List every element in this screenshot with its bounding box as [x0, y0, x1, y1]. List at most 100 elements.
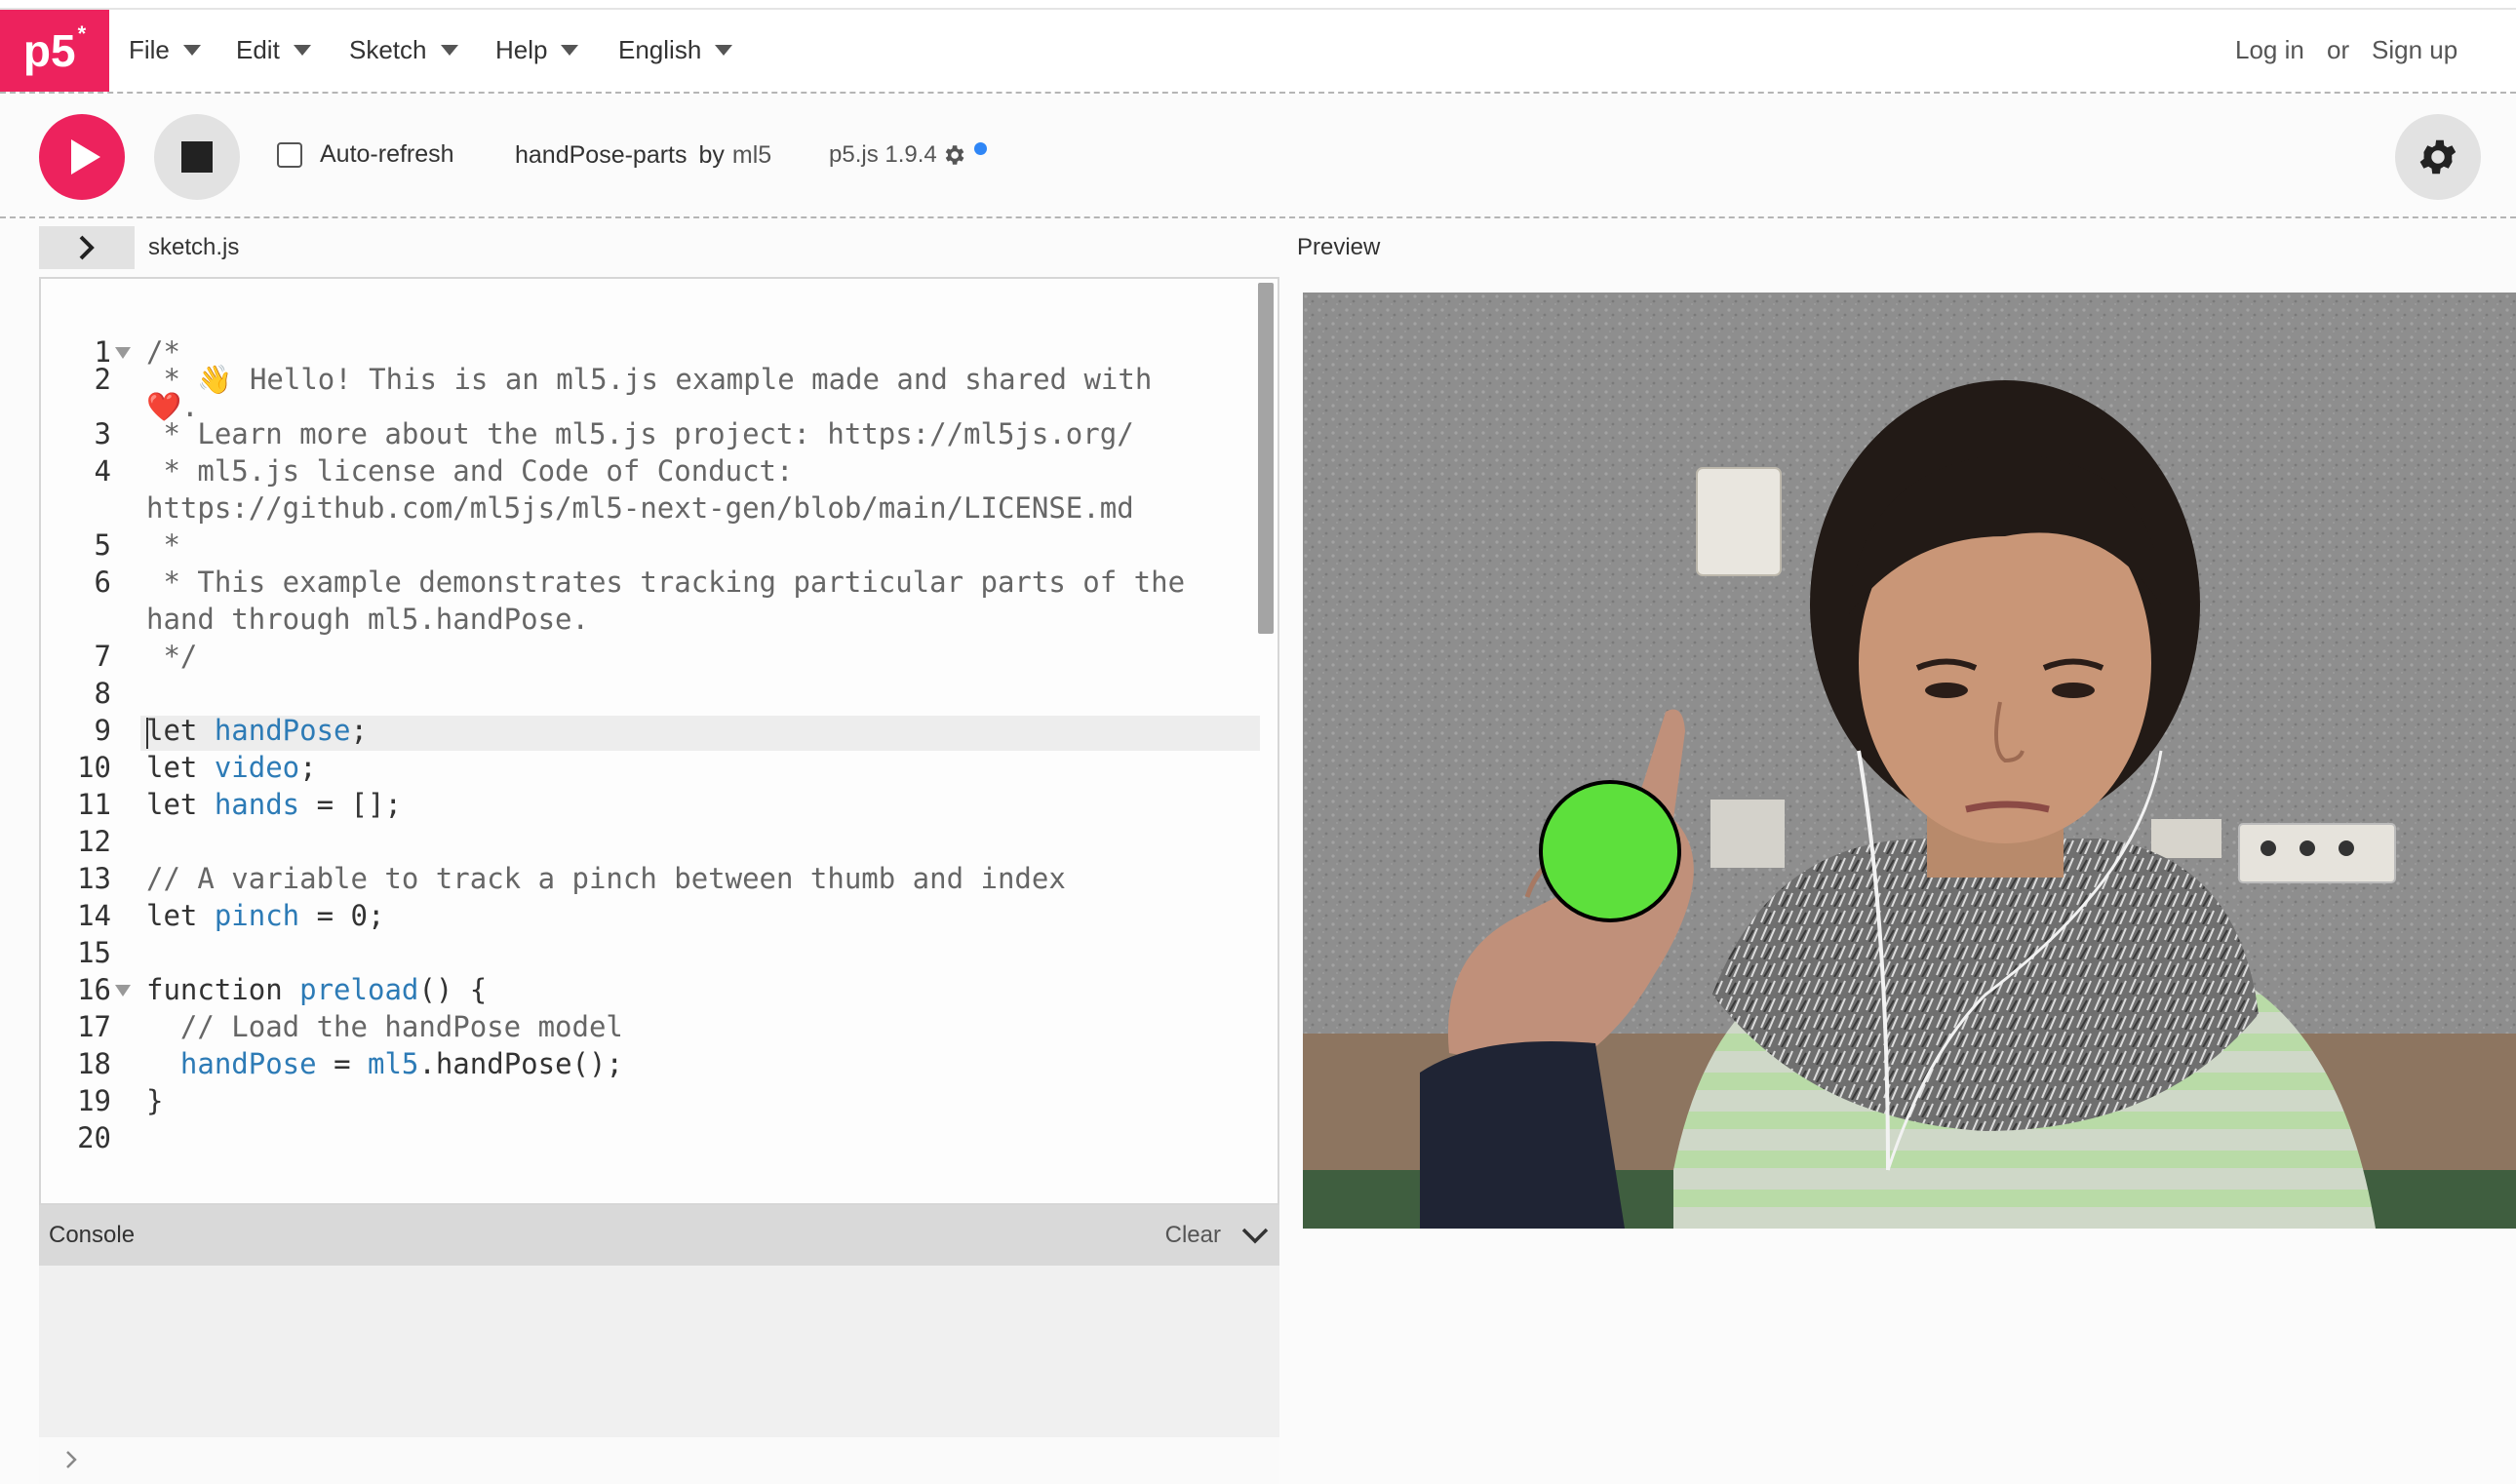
- gear-icon: [945, 145, 964, 165]
- version-label: p5.js 1.9.4: [829, 141, 937, 168]
- logo-asterisk: *: [77, 21, 87, 46]
- sketch-title: handPose-parts by ml5: [515, 141, 771, 170]
- code-identifier: pinch: [214, 899, 300, 932]
- console-title: Console: [49, 1222, 136, 1248]
- line-number: 8: [94, 677, 111, 710]
- code-line: let handPose;: [146, 714, 368, 747]
- code-line: handPose = ml5.handPose();: [179, 1047, 623, 1080]
- webcam-video-frame: [1303, 293, 2516, 1229]
- auto-refresh-checkbox[interactable]: [277, 141, 302, 168]
- sketch-author-link[interactable]: ml5: [732, 141, 771, 170]
- console-controls: Clear: [1165, 1222, 1270, 1249]
- code-line: function preload() {: [146, 973, 488, 1006]
- line-number: 16: [77, 973, 111, 1006]
- line-number: 7: [94, 640, 111, 673]
- code-line-wrap: https://github.com/ml5js/ml5-next-gen/bl…: [146, 491, 1134, 525]
- login-link[interactable]: Log in: [2235, 35, 2304, 65]
- menu-language-label: English: [618, 35, 702, 64]
- chevron-down-icon: [293, 45, 311, 56]
- fold-arrow-icon[interactable]: [115, 985, 131, 996]
- console-output: [39, 1266, 1279, 1437]
- line-number: 19: [77, 1084, 111, 1117]
- editor-scrollbar[interactable]: [1258, 283, 1274, 634]
- menu-edit-label: Edit: [236, 35, 280, 64]
- logo-text: p5: [22, 25, 76, 76]
- code-editor[interactable]: 1 /* 2 * 👋 Hello! This is an ml5.js exam…: [39, 277, 1279, 1205]
- chevron-right-icon: [66, 1451, 77, 1468]
- chevron-down-icon: [440, 45, 458, 56]
- toolbar: Auto-refresh handPose-parts by ml5 p5.js…: [0, 96, 2516, 218]
- line-number: 9: [94, 714, 111, 747]
- code-line: }: [146, 1084, 164, 1117]
- menu-edit[interactable]: Edit: [236, 35, 311, 65]
- nav-top-border: [0, 8, 2516, 10]
- chevron-down-icon[interactable]: [1240, 1226, 1270, 1245]
- sketch-name[interactable]: handPose-parts: [515, 141, 688, 170]
- code-identifier: ml5: [368, 1047, 419, 1080]
- line-number: 18: [77, 1047, 111, 1080]
- chevron-down-icon: [182, 45, 201, 56]
- code-comment: // Load the handPose model: [146, 1010, 623, 1043]
- menu-sketch[interactable]: Sketch: [349, 35, 458, 65]
- code-identifier: video: [214, 751, 300, 784]
- code-line-wrap: hand through ml5.handPose.: [146, 603, 589, 636]
- line-number: 15: [77, 936, 111, 969]
- chevron-down-icon: [715, 45, 733, 56]
- library-version[interactable]: p5.js 1.9.4: [829, 141, 987, 169]
- line-number: 20: [77, 1121, 111, 1154]
- menu-file-label: File: [129, 35, 170, 64]
- line-number: 17: [77, 1010, 111, 1043]
- auto-refresh-toggle[interactable]: Auto-refresh: [277, 140, 454, 169]
- line-number: 14: [77, 899, 111, 932]
- code-comment: // A variable to track a pinch between t…: [146, 862, 1066, 895]
- code-line: * Learn more about the ml5.js project: h…: [146, 417, 1134, 450]
- menu-help[interactable]: Help: [495, 35, 579, 65]
- code-identifier: hands: [214, 788, 300, 821]
- code-identifier: preload: [299, 973, 419, 1006]
- preview-label: Preview: [1297, 234, 1381, 260]
- fold-arrow-icon[interactable]: [115, 347, 131, 359]
- code-line: *: [146, 528, 180, 562]
- stop-button[interactable]: [154, 114, 240, 200]
- line-number: 3: [94, 417, 111, 450]
- top-nav: p5 * File Edit Sketch Help English Log in…: [0, 0, 2516, 94]
- menu-file[interactable]: File: [129, 35, 201, 65]
- menu-help-label: Help: [495, 35, 548, 64]
- p5-logo[interactable]: p5 *: [0, 10, 109, 92]
- code-line: * 👋 Hello! This is an ml5.js example mad…: [146, 363, 1153, 396]
- code-line: let pinch = 0;: [146, 899, 385, 932]
- code-line: */: [146, 640, 198, 673]
- line-number: 12: [77, 825, 111, 858]
- menu-sketch-label: Sketch: [349, 35, 427, 64]
- code-line: let video;: [146, 751, 317, 784]
- sketch-preview-canvas[interactable]: [1303, 293, 2516, 1229]
- line-number: 10: [77, 751, 111, 784]
- code-line: let hands = [];: [146, 788, 402, 821]
- expand-sidebar-button[interactable]: [39, 226, 135, 269]
- line-number: 5: [94, 528, 111, 562]
- code-identifier: handPose: [179, 1047, 317, 1080]
- menu-language[interactable]: English: [618, 35, 733, 65]
- signup-link[interactable]: Sign up: [2372, 35, 2457, 65]
- play-icon: [71, 139, 100, 175]
- auto-refresh-label: Auto-refresh: [320, 140, 454, 168]
- console-clear-button[interactable]: Clear: [1165, 1222, 1221, 1249]
- gear-icon: [2419, 139, 2457, 175]
- line-number: 2: [94, 363, 111, 396]
- console-input[interactable]: [39, 1437, 1279, 1484]
- chevron-down-icon: [561, 45, 579, 56]
- settings-button[interactable]: [2395, 114, 2481, 200]
- or-text: or: [2327, 35, 2350, 64]
- line-number: 4: [94, 454, 111, 488]
- console-header: Console Clear: [39, 1205, 1279, 1266]
- line-number: 11: [77, 788, 111, 821]
- stop-icon: [181, 141, 213, 173]
- play-button[interactable]: [39, 114, 125, 200]
- code-line: * ml5.js license and Code of Conduct:: [146, 454, 794, 488]
- line-number: 13: [77, 862, 111, 895]
- sketch-by: by: [698, 141, 725, 169]
- pinch-indicator-circle: [1539, 780, 1681, 922]
- code-identifier: handPose: [214, 714, 351, 747]
- line-number: 6: [94, 566, 111, 599]
- file-tab-sketch-js[interactable]: sketch.js: [148, 234, 239, 261]
